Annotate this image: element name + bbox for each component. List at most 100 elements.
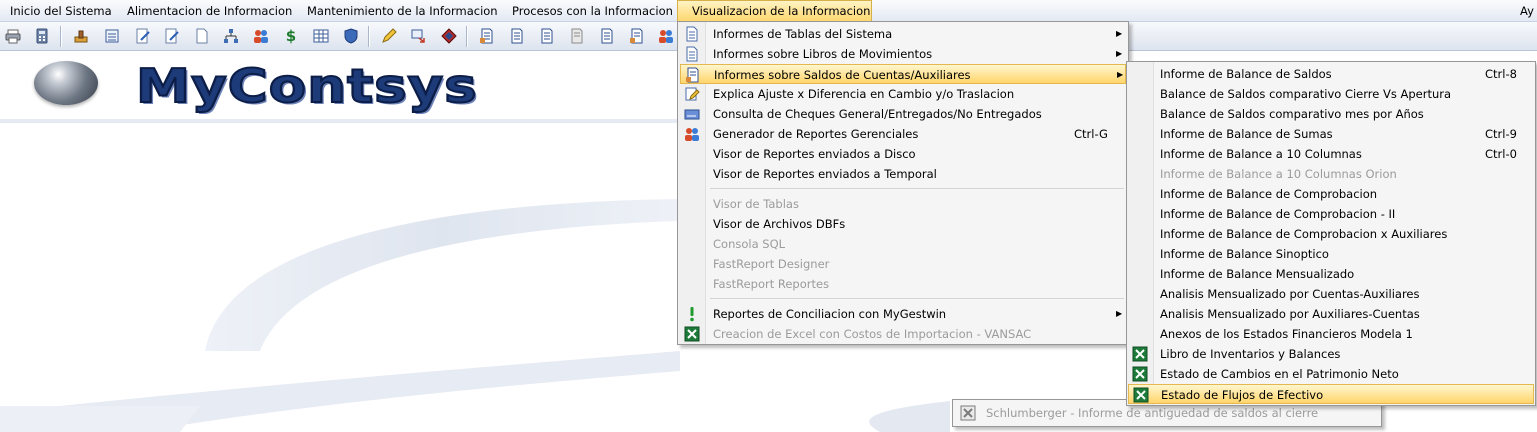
report-icon[interactable] <box>568 27 586 45</box>
menu-item-label: Libro de Inventarios y Balances <box>1160 347 1341 361</box>
excel-icon <box>1133 387 1149 403</box>
menu-item-fastreport-designer[interactable]: FastReport Designer <box>680 254 1126 274</box>
menu-item-informe-de-balance-de-comprobacion[interactable]: Informe de Balance de Comprobacion <box>1128 184 1534 204</box>
menu-item-informes-sobre-saldos-de-cuentas-auxilia[interactable]: Informes sobre Saldos de Cuentas/Auxilia… <box>680 64 1126 84</box>
menu-item-label: Balance de Saldos comparativo Cierre Vs … <box>1160 87 1452 101</box>
dollar-icon[interactable]: $ <box>282 27 300 45</box>
menu-item-explica-ajuste-x-diferencia-en-cambio-y-[interactable]: Explica Ajuste x Diferencia en Cambio y/… <box>680 84 1126 104</box>
menu-alimentacion[interactable]: Alimentacion de Informacion <box>127 0 292 22</box>
menu-item-shortcut: Ctrl-G <box>1074 127 1108 141</box>
stamp-icon[interactable] <box>72 27 90 45</box>
menu-item-label: Informe de Balance Mensualizado <box>1160 267 1355 281</box>
menu-item-visor-de-reportes-enviados-a-disco[interactable]: Visor de Reportes enviados a Disco <box>680 144 1126 164</box>
submenu-arrow-icon: ▶ <box>1116 29 1123 38</box>
report-icon[interactable] <box>598 27 616 45</box>
menu-item-balance-de-saldos-comparativo-mes-por-an[interactable]: Balance de Saldos comparativo mes por Añ… <box>1128 104 1534 124</box>
table-icon[interactable] <box>312 27 330 45</box>
menu-item-label: Informe de Balance de Saldos <box>1160 67 1332 81</box>
logo: MyContsys <box>135 58 478 114</box>
document-icon[interactable] <box>193 27 211 45</box>
menu-item-label: Informes sobre Libros de Movimientos <box>713 47 933 61</box>
menu-item-informe-de-balance-sinoptico[interactable]: Informe de Balance Sinoptico <box>1128 244 1534 264</box>
menu-item-balance-de-saldos-comparativo-cierre-vs-[interactable]: Balance de Saldos comparativo Cierre Vs … <box>1128 84 1534 104</box>
excel-icon <box>684 326 700 342</box>
excel-icon <box>960 405 976 421</box>
menu-item-reportes-de-conciliacion-con-mygestwin[interactable]: Reportes de Conciliacion con MyGestwin ▶ <box>680 304 1126 324</box>
menu-separator <box>710 298 1124 299</box>
menu-item-shortcut: Ctrl-0 <box>1485 147 1517 161</box>
menu-item-shortcut: Ctrl-8 <box>1485 67 1517 81</box>
submenu-arrow-icon: ▶ <box>1116 309 1123 318</box>
pen-icon[interactable] <box>380 27 398 45</box>
menu-item-consulta-de-cheques-general-entregados-n[interactable]: Consulta de Cheques General/Entregados/N… <box>680 104 1126 124</box>
users-icon[interactable] <box>657 27 675 45</box>
menu-item-label: Informe de Balance a 10 Columnas Orion <box>1160 167 1397 181</box>
menu-item-informe-de-balance-de-comprobacion-x-aux[interactable]: Informe de Balance de Comprobacion x Aux… <box>1128 224 1534 244</box>
users-icon[interactable] <box>252 27 270 45</box>
menu-item-visor-de-reportes-enviados-a-temporal[interactable]: Visor de Reportes enviados a Temporal <box>680 164 1126 184</box>
menu-mantenimiento[interactable]: Mantenimiento de la Informacion <box>307 0 498 22</box>
edit-icon[interactable] <box>134 27 152 45</box>
menu-item-libro-de-inventarios-y-balances[interactable]: Libro de Inventarios y Balances <box>1128 344 1534 364</box>
menu-item-label: Explica Ajuste x Diferencia en Cambio y/… <box>713 87 1015 101</box>
menu-item-schlumberger[interactable]: Schlumberger - Informe de antiguedad de … <box>953 403 1381 423</box>
print-icon[interactable] <box>4 27 22 45</box>
submenu-arrow-icon: ▶ <box>1116 49 1123 58</box>
menu-visualizacion[interactable]: Visualizacion de la Informacion <box>677 0 872 22</box>
list-icon[interactable] <box>103 27 121 45</box>
menu-item-informes-sobre-libros-de-movimientos[interactable]: Informes sobre Libros de Movimientos ▶ <box>680 44 1126 64</box>
menu-item-analisis-mensualizado-por-auxiliares-cue[interactable]: Analisis Mensualizado por Auxiliares-Cue… <box>1128 304 1534 324</box>
menu-item-informe-de-balance-de-saldos[interactable]: Informe de Balance de Saldos Ctrl-8 <box>1128 64 1534 84</box>
menu-label: Visualizacion de la Informacion <box>692 4 871 18</box>
menu-item-label: FastReport Designer <box>713 257 830 271</box>
edit-icon[interactable] <box>163 27 181 45</box>
report-icon[interactable] <box>478 27 496 45</box>
menu-item-label: Visor de Tablas <box>713 197 799 211</box>
menu-item-informes-de-tablas-del-sistema[interactable]: Informes de Tablas del Sistema ▶ <box>680 24 1126 44</box>
menu-item-label: Visor de Reportes enviados a Temporal <box>713 167 937 181</box>
menu-label: Mantenimiento de la Informacion <box>307 4 498 18</box>
menu-item-estado-de-flujos-de-efectivo[interactable]: Estado de Flujos de Efectivo <box>1128 384 1534 404</box>
menu-item-label: Consola SQL <box>713 237 786 251</box>
document-icon <box>684 46 700 62</box>
report-icon[interactable] <box>628 27 646 45</box>
menu-item-informe-de-balance-de-sumas[interactable]: Informe de Balance de Sumas Ctrl-9 <box>1128 124 1534 144</box>
menu-item-anexos-de-los-estados-financieros-modela[interactable]: Anexos de los Estados Financieros Modela… <box>1128 324 1534 344</box>
menu-item-label: Informes sobre Saldos de Cuentas/Auxilia… <box>714 68 971 82</box>
menu-label: Inicio del Sistema <box>10 4 112 18</box>
menu-item-analisis-mensualizado-por-cuentas-auxili[interactable]: Analisis Mensualizado por Cuentas-Auxili… <box>1128 284 1534 304</box>
menu-inicio[interactable]: Inicio del Sistema <box>10 0 112 22</box>
tree-icon[interactable] <box>222 27 240 45</box>
report-icon[interactable] <box>538 27 556 45</box>
report-icon[interactable] <box>508 27 526 45</box>
menu-item-label: Anexos de los Estados Financieros Modela… <box>1160 327 1413 341</box>
menu-procesos[interactable]: Procesos con la Informacion <box>512 0 673 22</box>
menu-item-generador-de-reportes-gerenciales[interactable]: Generador de Reportes Gerenciales Ctrl-G <box>680 124 1126 144</box>
menu-item-label: Consulta de Cheques General/Entregados/N… <box>713 107 1042 121</box>
menu-item-label: Balance de Saldos comparativo mes por Añ… <box>1160 107 1424 121</box>
menu-item-label: Estado de Cambios en el Patrimonio Neto <box>1160 367 1399 381</box>
diamond-icon[interactable] <box>440 27 458 45</box>
calculator-icon[interactable] <box>33 27 51 45</box>
menu-item-consola-sql[interactable]: Consola SQL <box>680 234 1126 254</box>
shield-icon[interactable] <box>342 27 360 45</box>
menu-item-creacion-de-excel-con-costos-de-importac[interactable]: Creacion de Excel con Costos de Importac… <box>680 324 1126 344</box>
exclamation-icon <box>684 306 700 322</box>
menu-item-informe-de-balance-a-10-columnas[interactable]: Informe de Balance a 10 Columnas Ctrl-0 <box>1128 144 1534 164</box>
menu-item-label: Informes de Tablas del Sistema <box>713 27 893 41</box>
menu-item-label: Reportes de Conciliacion con MyGestwin <box>713 307 947 321</box>
menu-item-fastreport-reportes[interactable]: FastReport Reportes <box>680 274 1126 294</box>
menu-item-informe-de-balance-mensualizado[interactable]: Informe de Balance Mensualizado <box>1128 264 1534 284</box>
menu-item-informe-de-balance-de-comprobacion-ii[interactable]: Informe de Balance de Comprobacion - II <box>1128 204 1534 224</box>
menu-item-label: Visor de Reportes enviados a Disco <box>713 147 916 161</box>
transfer-icon[interactable] <box>410 27 428 45</box>
menu-item-visor-de-tablas[interactable]: Visor de Tablas <box>680 194 1126 214</box>
menu-item-estado-de-cambios-en-el-patrimonio-neto[interactable]: Estado de Cambios en el Patrimonio Neto <box>1128 364 1534 384</box>
menu-item-informe-de-balance-a-10-columnas-orion[interactable]: Informe de Balance a 10 Columnas Orion <box>1128 164 1534 184</box>
menu-item-label: Schlumberger - Informe de antiguedad de … <box>986 406 1319 420</box>
menu-item-label: Informe de Balance de Sumas <box>1160 127 1333 141</box>
submenu-arrow-icon: ▶ <box>1117 70 1124 79</box>
menu-item-visor-de-archivos-dbfs[interactable]: Visor de Archivos DBFs <box>680 214 1126 234</box>
menu-ayuda[interactable]: Ay <box>1520 0 1534 22</box>
menu-item-label: FastReport Reportes <box>713 277 830 291</box>
